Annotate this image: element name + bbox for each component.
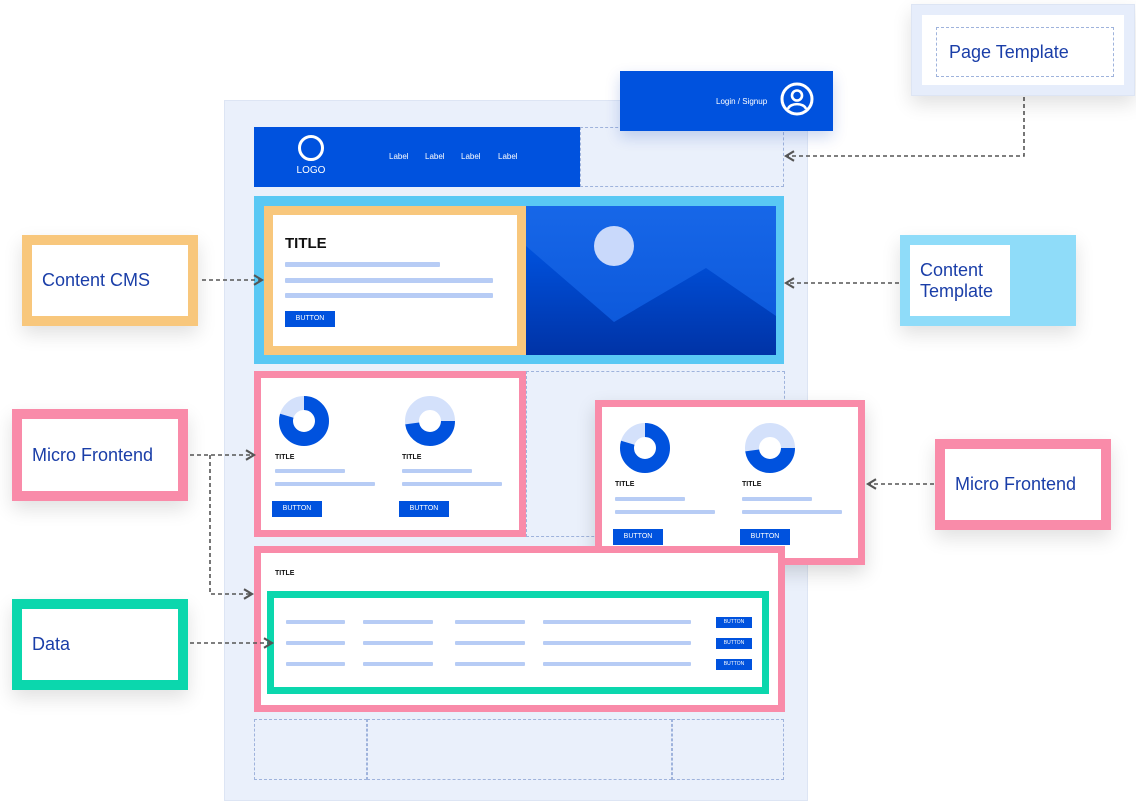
callout-content-cms: Content CMS bbox=[22, 235, 198, 326]
callout-label: Micro Frontend bbox=[945, 449, 1101, 520]
callout-micro-frontend-left: Micro Frontend bbox=[12, 409, 188, 501]
callout-label: Content CMS bbox=[32, 245, 188, 316]
callout-label: Micro Frontend bbox=[22, 419, 178, 491]
callout-content-template: Content Template bbox=[900, 235, 1076, 326]
callout-data: Data bbox=[12, 599, 188, 690]
callout-label: Content Template bbox=[910, 245, 1010, 316]
callout-micro-frontend-right: Micro Frontend bbox=[935, 439, 1111, 530]
callout-label: Data bbox=[22, 609, 178, 680]
callout-page-template: Page Template bbox=[911, 4, 1135, 96]
callout-label: Page Template bbox=[936, 27, 1114, 77]
